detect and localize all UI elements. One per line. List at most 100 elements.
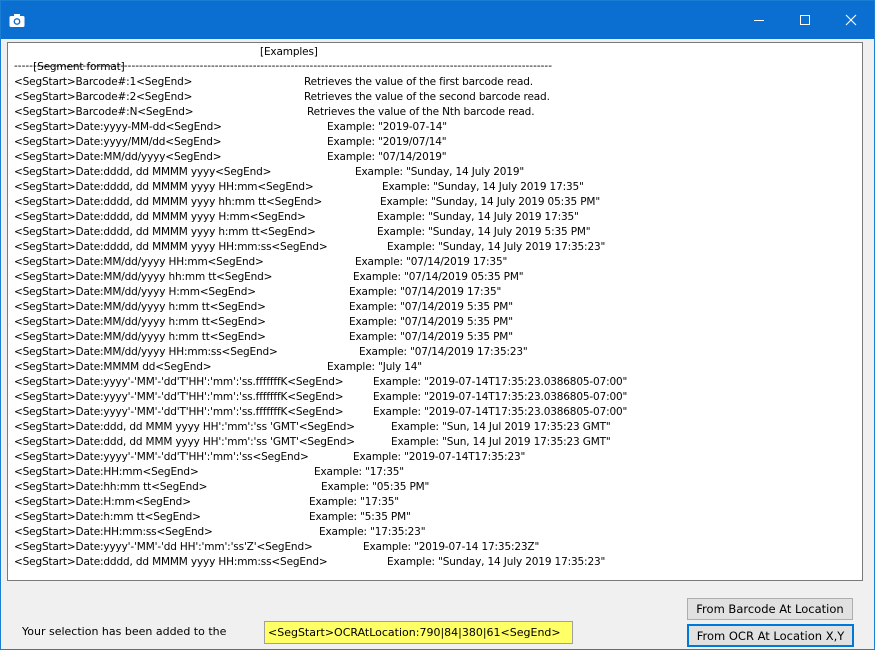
list-item[interactable]: <SegStart>Date:yyyy'-'MM'-'dd'T'HH':'mm'… xyxy=(14,390,627,405)
close-icon xyxy=(845,14,857,26)
list-item[interactable]: <SegStart>Date:yyyy-MM-dd<SegEnd> Example… xyxy=(14,120,447,135)
segment-example-text: Example: "Sunday, 14 July 2019 17:35" xyxy=(377,211,579,223)
segment-example-text: Example: "17:35" xyxy=(309,496,399,508)
segment-format-text: <SegStart>Date:yyyy'-'MM'-'dd'T'HH':'mm'… xyxy=(14,406,344,418)
segment-example-text: Example: "2019-07-14 17:35:23Z" xyxy=(363,541,540,553)
segment-example-text: Example: "2019-07-14T17:35:23.0386805-07… xyxy=(373,391,628,403)
status-text: Your selection has been added to the xyxy=(22,625,227,638)
segment-example-text: Example: "5:35 PM" xyxy=(309,511,411,523)
segment-format-text: <SegStart>Date:MMMM dd<SegEnd> xyxy=(14,361,212,373)
list-item[interactable]: <SegStart>Date:MM/dd/yyyy HH:mm:ss<SegEn… xyxy=(14,345,528,360)
minimize-button[interactable] xyxy=(736,1,782,39)
segment-format-text: <SegStart>Date:MM/dd/yyyy<SegEnd> xyxy=(14,151,222,163)
list-item[interactable]: <SegStart>Date:ddd, dd MMM yyyy HH':'mm'… xyxy=(14,420,611,435)
list-item[interactable]: <SegStart>Date:H:mm<SegEnd> Example: "17:… xyxy=(14,495,399,510)
segment-example-text: Example: "07/14/2019 5:35 PM" xyxy=(349,301,513,313)
list-item[interactable]: <SegStart>Date:dddd, dd MMMM yyyy HH:mm<… xyxy=(14,180,584,195)
segment-example-text: Example: "05:35 PM" xyxy=(321,481,430,493)
list-header: [Segment format] [Examples] xyxy=(14,45,318,73)
list-item[interactable]: <SegStart>Date:yyyy'-'MM'-'dd HH':'mm':'… xyxy=(14,540,539,555)
segment-format-text: <SegStart>Date:MM/dd/yyyy HH:mm:ss<SegEn… xyxy=(14,346,278,358)
list-item[interactable]: <SegStart>Date:dddd, dd MMMM yyyy HH:mm:… xyxy=(14,240,605,255)
list-item[interactable]: <SegStart>Barcode#:2<SegEnd> Retrieves th… xyxy=(14,90,550,105)
from-ocr-at-location-button[interactable]: From OCR At Location X,Y xyxy=(687,624,854,647)
segment-format-text: <SegStart>Date:MM/dd/yyyy H:mm<SegEnd> xyxy=(14,286,256,298)
segment-format-text: <SegStart>Date:h:mm tt<SegEnd> xyxy=(14,511,201,523)
segment-format-text: <SegStart>Date:MM/dd/yyyy h:mm tt<SegEnd… xyxy=(14,316,266,328)
segment-format-text: <SegStart>Date:MM/dd/yyyy HH:mm<SegEnd> xyxy=(14,256,264,268)
segment-example-text: Retrieves the value of the first barcode… xyxy=(304,76,533,88)
segment-example-text: Example: "Sunday, 14 July 2019 17:35:23" xyxy=(387,241,606,253)
segment-format-text: <SegStart>Date:dddd, dd MMMM yyyy H:mm<S… xyxy=(14,211,306,223)
list-item[interactable]: <SegStart>Date:HH:mm:ss<SegEnd> Example: … xyxy=(14,525,426,540)
list-item[interactable]: <SegStart>Date:MM/dd/yyyy h:mm tt<SegEnd… xyxy=(14,315,513,330)
segment-format-text: <SegStart>Date:dddd, dd MMMM yyyy HH:mm:… xyxy=(14,556,328,568)
segment-example-text: Example: "2019-07-14" xyxy=(327,121,447,133)
segment-format-text: <SegStart>Date:ddd, dd MMM yyyy HH':'mm'… xyxy=(14,436,355,448)
list-item[interactable]: <SegStart>Barcode#:1<SegEnd> Retrieves th… xyxy=(14,75,533,90)
segment-format-text: <SegStart>Date:dddd, dd MMMM yyyy hh:mm … xyxy=(14,196,323,208)
list-item[interactable]: <SegStart>Date:yyyy'-'MM'-'dd'T'HH':'mm'… xyxy=(14,450,525,465)
close-button[interactable] xyxy=(828,1,874,39)
segment-example-text: Example: "Sunday, 14 July 2019" xyxy=(355,166,525,178)
list-item[interactable]: <SegStart>Date:MM/dd/yyyy hh:mm tt<SegEn… xyxy=(14,270,524,285)
list-item[interactable]: <SegStart>Date:MM/dd/yyyy HH:mm<SegEnd> E… xyxy=(14,255,507,270)
list-item[interactable]: <SegStart>Date:dddd, dd MMMM yyyy hh:mm … xyxy=(14,195,600,210)
list-item[interactable]: <SegStart>Date:ddd, dd MMM yyyy HH':'mm'… xyxy=(14,435,611,450)
list-item[interactable]: <SegStart>Date:hh:mm tt<SegEnd> Example: … xyxy=(14,480,429,495)
segment-format-text: <SegStart>Barcode#:2<SegEnd> xyxy=(14,91,193,103)
segment-example-text: Example: "2019-07-14T17:35:23.0386805-07… xyxy=(373,406,628,418)
segment-format-text: <SegStart>Date:hh:mm tt<SegEnd> xyxy=(14,481,208,493)
segment-example-text: Example: "07/14/2019 17:35:23" xyxy=(359,346,528,358)
segment-example-text: Example: "2019/07/14" xyxy=(327,136,447,148)
list-item[interactable]: <SegStart>Date:MM/dd/yyyy h:mm tt<SegEnd… xyxy=(14,300,513,315)
list-item[interactable]: <SegStart>Date:dddd, dd MMMM yyyy HH:mm:… xyxy=(14,555,605,570)
segment-example-text: Example: "07/14/2019 5:35 PM" xyxy=(349,331,513,343)
segment-format-text: <SegStart>Date:dddd, dd MMMM yyyy h:mm t… xyxy=(14,226,316,238)
list-item[interactable]: <SegStart>Date:MM/dd/yyyy H:mm<SegEnd> Ex… xyxy=(14,285,501,300)
list-item[interactable]: <SegStart>Date:MMMM dd<SegEnd> Example: "… xyxy=(14,360,422,375)
segment-example-text: Example: "Sunday, 14 July 2019 5:35 PM" xyxy=(377,226,591,238)
segment-example-text: Example: "Sunday, 14 July 2019 05:35 PM" xyxy=(380,196,601,208)
segment-format-text: <SegStart>Date:H:mm<SegEnd> xyxy=(14,496,191,508)
segment-example-text: Retrieves the value of the second barcod… xyxy=(304,91,550,103)
from-barcode-at-location-button[interactable]: From Barcode At Location xyxy=(687,598,853,620)
segment-format-text: <SegStart>Date:dddd, dd MMMM yyyy HH:mm<… xyxy=(14,181,314,193)
list-item[interactable]: <SegStart>Date:yyyy'-'MM'-'dd'T'HH':'mm'… xyxy=(14,405,627,420)
segment-format-text: <SegStart>Date:yyyy/MM/dd<SegEnd> xyxy=(14,136,222,148)
segment-example-text: Example: "17:35:23" xyxy=(319,526,426,538)
segment-format-text: <SegStart>Barcode#:N<SegEnd> xyxy=(14,106,194,118)
maximize-button[interactable] xyxy=(782,1,828,39)
list-item[interactable]: <SegStart>Barcode#:N<SegEnd> Retrieves th… xyxy=(14,105,535,120)
segment-format-text: <SegStart>Date:yyyy'-'MM'-'dd HH':'mm':'… xyxy=(14,541,313,553)
segment-example-text: Example: "07/14/2019 05:35 PM" xyxy=(353,271,524,283)
main-window: [Segment format] [Examples] ------------… xyxy=(0,0,875,650)
segment-format-list[interactable]: [Segment format] [Examples] ------------… xyxy=(7,42,863,581)
segment-example-text: Example: "07/14/2019 17:35" xyxy=(349,286,502,298)
list-item[interactable]: <SegStart>Date:dddd, dd MMMM yyyy H:mm<S… xyxy=(14,210,579,225)
segment-format-text: <SegStart>Barcode#:1<SegEnd> xyxy=(14,76,193,88)
segment-format-text: <SegStart>Date:dddd, dd MMMM yyyy HH:mm:… xyxy=(14,241,328,253)
list-item[interactable]: <SegStart>Date:dddd, dd MMMM yyyy<SegEnd… xyxy=(14,165,524,180)
segment-format-text: <SegStart>Date:MM/dd/yyyy h:mm tt<SegEnd… xyxy=(14,331,266,343)
list-item[interactable]: <SegStart>Date:MM/dd/yyyy<SegEnd> Example… xyxy=(14,150,447,165)
list-item[interactable]: <SegStart>Date:MM/dd/yyyy h:mm tt<SegEnd… xyxy=(14,330,513,345)
segment-example-text: Example: "17:35" xyxy=(314,466,404,478)
segment-example-text: Example: "Sunday, 14 July 2019 17:35:23" xyxy=(387,556,606,568)
selection-field[interactable]: <SegStart>OCRAtLocation:790|84|380|61<Se… xyxy=(264,621,573,644)
segment-example-text: Example: "2019-07-14T17:35:23" xyxy=(353,451,526,463)
segment-example-text: Example: "Sun, 14 Jul 2019 17:35:23 GMT" xyxy=(391,421,611,433)
segment-format-text: <SegStart>Date:dddd, dd MMMM yyyy<SegEnd… xyxy=(14,166,272,178)
header-examples: [Examples] xyxy=(260,46,318,58)
list-item[interactable]: <SegStart>Date:dddd, dd MMMM yyyy h:mm t… xyxy=(14,225,591,240)
camera-icon xyxy=(9,13,25,28)
header-separator: ----------------------------------------… xyxy=(14,60,553,72)
list-item[interactable]: <SegStart>Date:yyyy'-'MM'-'dd'T'HH':'mm'… xyxy=(14,375,627,390)
list-item[interactable]: <SegStart>Date:HH:mm<SegEnd> Example: "17… xyxy=(14,465,404,480)
list-item[interactable]: <SegStart>Date:h:mm tt<SegEnd> Example: "… xyxy=(14,510,411,525)
segment-example-text: Example: "07/14/2019 17:35" xyxy=(355,256,508,268)
title-bar[interactable] xyxy=(1,1,874,39)
segment-format-text: <SegStart>Date:yyyy'-'MM'-'dd'T'HH':'mm'… xyxy=(14,451,309,463)
segment-format-text: <SegStart>Date:yyyy'-'MM'-'dd'T'HH':'mm'… xyxy=(14,391,344,403)
list-item[interactable]: <SegStart>Date:yyyy/MM/dd<SegEnd> Example… xyxy=(14,135,447,150)
